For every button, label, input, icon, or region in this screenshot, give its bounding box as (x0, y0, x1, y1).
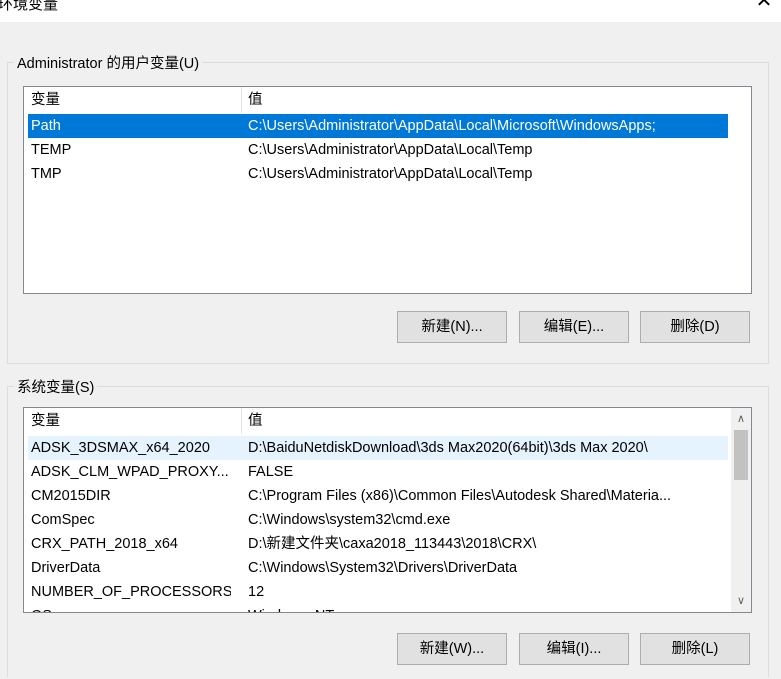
list-item[interactable]: OS Windows_NT (28, 604, 728, 612)
list-item[interactable]: ADSK_3DSMAX_x64_2020 D:\BaiduNetdiskDown… (28, 436, 728, 460)
scroll-up-icon[interactable]: ∧ (731, 410, 751, 428)
user-new-button[interactable]: 新建(N)... (397, 311, 507, 343)
list-item[interactable]: DriverData C:\Windows\System32\Drivers\D… (28, 556, 728, 580)
scroll-down-icon[interactable]: ∨ (731, 592, 751, 610)
title-bar: 环境变量 ✕ (0, 0, 781, 22)
scrollbar-thumb[interactable] (734, 430, 748, 480)
variable-name: TEMP (31, 142, 72, 158)
variable-value: D:\BaiduNetdiskDownload\3ds Max2020(64bi… (248, 440, 648, 456)
variable-value: C:\Users\Administrator\AppData\Local\Tem… (248, 166, 533, 182)
list-item[interactable]: NUMBER_OF_PROCESSORS 12 (28, 580, 728, 604)
variable-name: CRX_PATH_2018_x64 (31, 536, 178, 552)
variable-name: TMP (31, 166, 62, 182)
system-new-button[interactable]: 新建(W)... (397, 633, 507, 665)
list-item[interactable]: Path C:\Users\Administrator\AppData\Loca… (28, 114, 728, 138)
variable-name: DriverData (31, 560, 101, 576)
variable-value: D:\新建文件夹\caxa2018_113443\2018\CRX\ (248, 536, 537, 552)
column-header-value[interactable]: 值 (241, 87, 728, 113)
list-item[interactable]: ComSpec C:\Windows\system32\cmd.exe (28, 508, 728, 532)
list-item[interactable]: ADSK_CLM_WPAD_PROXY... FALSE (28, 460, 728, 484)
variable-value: C:\Users\Administrator\AppData\Local\Tem… (248, 142, 533, 158)
user-delete-button[interactable]: 删除(D) (640, 311, 750, 343)
variable-value: 12 (248, 584, 265, 600)
vertical-scrollbar[interactable]: ∧ ∨ (731, 408, 751, 612)
system-delete-button[interactable]: 删除(L) (640, 633, 750, 665)
variable-name: ADSK_3DSMAX_x64_2020 (31, 440, 210, 456)
user-variables-legend: Administrator 的用户变量(U) (14, 52, 203, 73)
user-variables-list[interactable]: 变量 值 Path C:\Users\Administrator\AppData… (23, 86, 752, 294)
variable-name: ComSpec (31, 512, 95, 528)
user-edit-button[interactable]: 编辑(E)... (519, 311, 629, 343)
column-header-value[interactable]: 值 (241, 408, 728, 434)
list-item[interactable]: CRX_PATH_2018_x64 D:\新建文件夹\caxa2018_1134… (28, 532, 728, 556)
window-title: 环境变量 (0, 0, 59, 13)
list-header: 变量 值 (24, 87, 729, 113)
system-variables-legend: 系统变量(S) (14, 376, 98, 397)
variable-name: OS (31, 604, 231, 612)
column-header-name[interactable]: 变量 (24, 408, 242, 434)
variable-value: C:\Windows\system32\cmd.exe (248, 512, 451, 528)
variable-name: NUMBER_OF_PROCESSORS (31, 584, 231, 600)
list-header: 变量 值 (24, 408, 729, 434)
variable-value: FALSE (248, 464, 294, 480)
variable-value: C:\Program Files (x86)\Common Files\Auto… (248, 488, 672, 504)
variable-value: C:\Windows\System32\Drivers\DriverData (248, 560, 518, 576)
list-item[interactable]: TEMP C:\Users\Administrator\AppData\Loca… (28, 138, 728, 162)
variable-name: Path (31, 118, 61, 134)
system-edit-button[interactable]: 编辑(I)... (519, 633, 629, 665)
variable-name: CM2015DIR (31, 488, 111, 504)
list-item[interactable]: CM2015DIR C:\Program Files (x86)\Common … (28, 484, 728, 508)
variable-value: Windows_NT (248, 604, 728, 612)
variable-name: ADSK_CLM_WPAD_PROXY... (31, 464, 229, 480)
list-item[interactable]: TMP C:\Users\Administrator\AppData\Local… (28, 162, 728, 186)
column-header-name[interactable]: 变量 (24, 87, 242, 113)
close-icon[interactable]: ✕ (755, 0, 773, 12)
system-variables-list[interactable]: 变量 值 ADSK_3DSMAX_x64_2020 D:\BaiduNetdis… (23, 407, 752, 613)
variable-value: C:\Users\Administrator\AppData\Local\Mic… (248, 118, 656, 134)
